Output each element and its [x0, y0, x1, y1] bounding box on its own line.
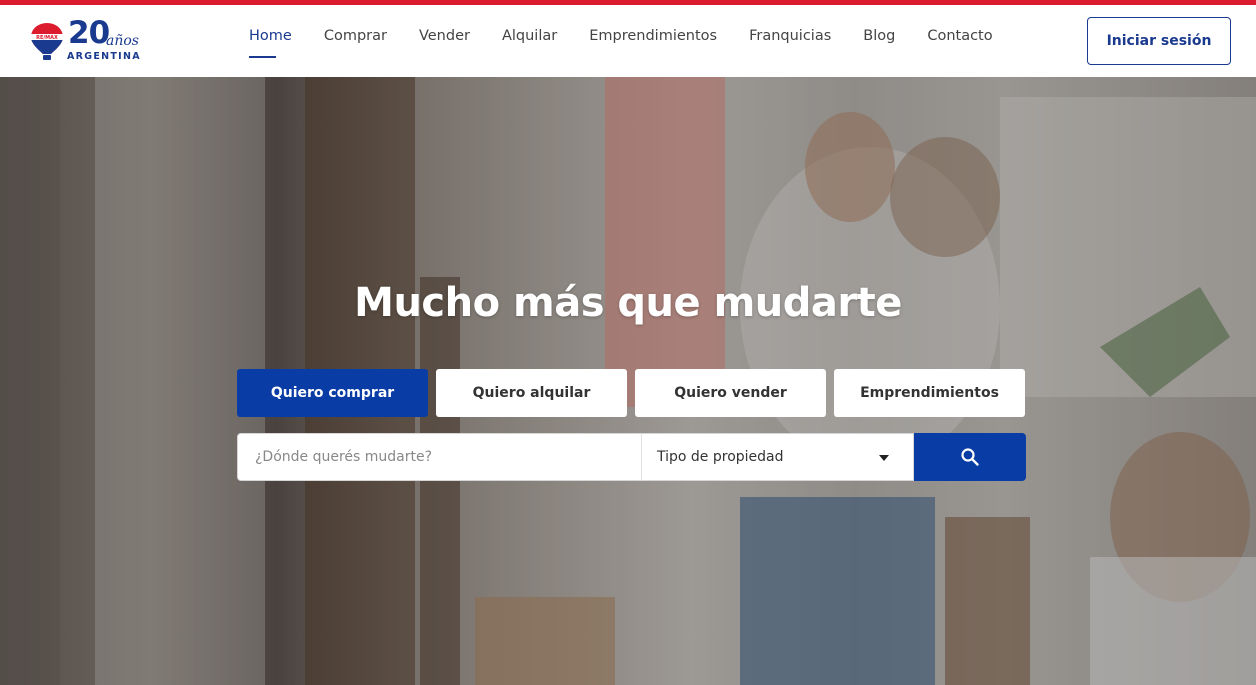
property-type-value: Tipo de propiedad	[657, 449, 784, 465]
search-icon	[961, 448, 979, 466]
nav-item-blog[interactable]: Blog	[863, 5, 895, 67]
property-type-select[interactable]: Tipo de propiedad	[641, 433, 914, 481]
logo-anniversary-suffix: años	[106, 33, 139, 49]
nav-item-emprendimientos[interactable]: Emprendimientos	[589, 5, 717, 67]
balloon-logo-icon: RE/MAX	[31, 23, 63, 60]
login-button[interactable]: Iniciar sesión	[1087, 17, 1231, 65]
location-search-input[interactable]	[237, 433, 641, 481]
nav-item-comprar[interactable]: Comprar	[324, 5, 387, 67]
remax-logo[interactable]: RE/MAX 20 años ARGENTINA	[30, 15, 152, 63]
tab-quiero-vender[interactable]: Quiero vender	[635, 369, 826, 417]
search-button[interactable]	[914, 433, 1026, 481]
main-nav: Home Comprar Vender Alquilar Emprendimie…	[249, 5, 1025, 67]
tab-quiero-comprar[interactable]: Quiero comprar	[237, 369, 428, 417]
hero-title: Mucho más que mudarte	[354, 280, 902, 326]
search-mode-tabs: Quiero comprar Quiero alquilar Quiero ve…	[237, 369, 1026, 417]
tab-emprendimientos[interactable]: Emprendimientos	[834, 369, 1025, 417]
nav-item-vender[interactable]: Vender	[419, 5, 470, 67]
property-search-bar: Tipo de propiedad	[237, 433, 1026, 481]
nav-item-alquilar[interactable]: Alquilar	[502, 5, 557, 67]
hero-banner: Mucho más que mudarte Quiero comprar Qui…	[0, 77, 1256, 685]
tab-quiero-alquilar[interactable]: Quiero alquilar	[436, 369, 627, 417]
balloon-wordmark: RE/MAX	[36, 35, 58, 41]
nav-item-contacto[interactable]: Contacto	[927, 5, 992, 67]
site-header: RE/MAX 20 años ARGENTINA Home Comprar Ve…	[0, 5, 1256, 77]
nav-item-home[interactable]: Home	[249, 5, 292, 67]
nav-item-franquicias[interactable]: Franquicias	[749, 5, 831, 67]
logo-country: ARGENTINA	[67, 51, 141, 62]
logo-anniversary-number: 20	[68, 15, 110, 51]
caret-down-icon	[879, 455, 889, 461]
